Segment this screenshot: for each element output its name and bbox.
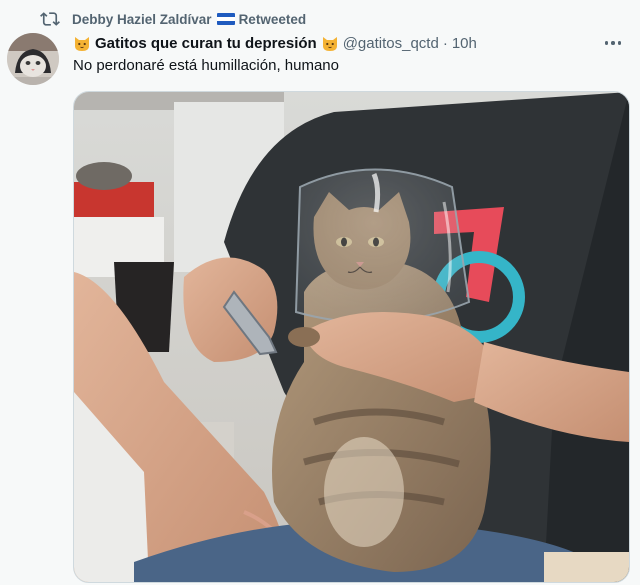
tweet-text: No perdonaré está humillación, humano — [73, 57, 339, 74]
honduras-flag-icon — [216, 12, 235, 25]
timestamp[interactable]: 10h — [452, 35, 477, 52]
cat-face-emoji-icon — [321, 34, 339, 52]
tweet-header: Gatitos que curan tu depresión @gatitos_… — [73, 32, 580, 54]
tweet-photo[interactable] — [73, 91, 630, 583]
more-horizontal-icon — [604, 41, 609, 45]
retweeter-name[interactable]: Debby Haziel Zaldívar — [72, 12, 212, 27]
display-name[interactable]: Gatitos que curan tu depresión — [95, 35, 317, 52]
retweet-by[interactable]: Debby Haziel Zaldívar Retweeted — [72, 12, 306, 27]
cat-face-emoji-icon — [73, 34, 91, 52]
separator-dot: · — [442, 34, 448, 52]
cat-avatar-image — [7, 33, 59, 85]
retweeted-label: Retweeted — [238, 11, 307, 27]
retweet-icon — [40, 12, 60, 26]
more-options-button[interactable] — [602, 34, 624, 52]
retweet-context: Debby Haziel Zaldívar Retweeted — [40, 9, 306, 29]
avatar[interactable] — [7, 33, 59, 85]
user-handle[interactable]: @gatitos_qctd — [343, 35, 439, 52]
cat-photo-image — [74, 92, 629, 582]
